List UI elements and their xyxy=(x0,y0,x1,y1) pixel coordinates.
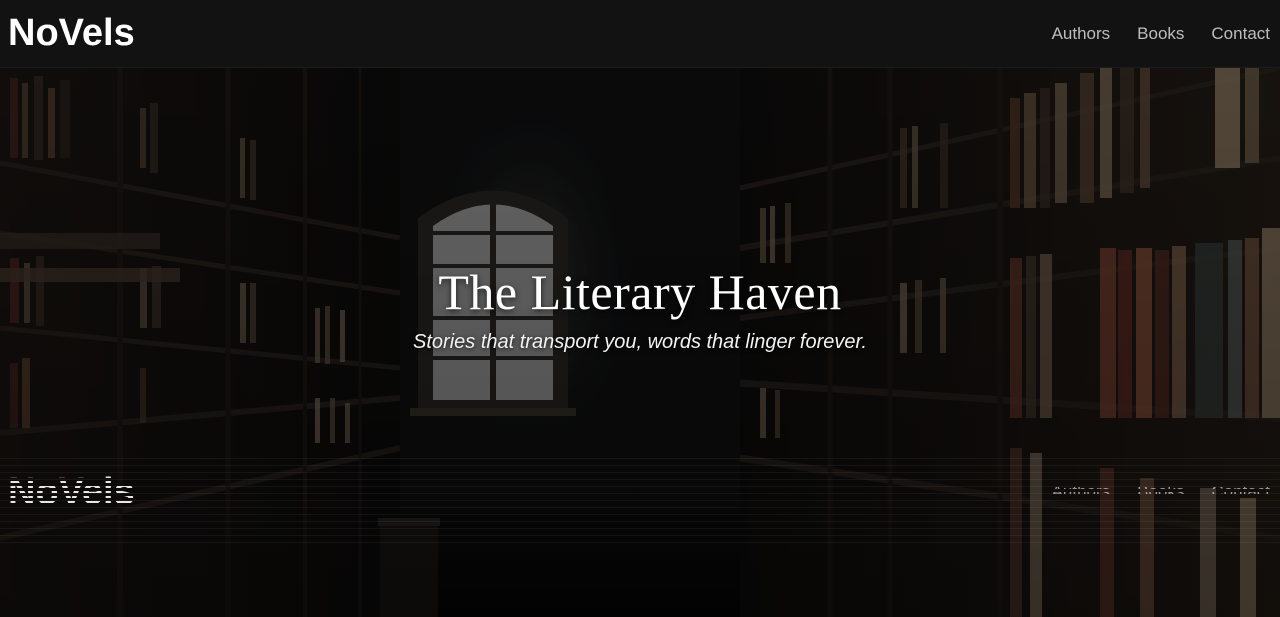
hero-section: The Literary Haven Stories that transpor… xyxy=(0,68,1280,617)
nav-link-authors[interactable]: Authors xyxy=(1052,24,1111,44)
brand-logo-link[interactable]: NoVels xyxy=(8,12,135,55)
hero-subtitle: Stories that transport you, words that l… xyxy=(413,331,867,353)
top-navbar: NoVels Authors Books Contact xyxy=(0,0,1280,68)
nav-links: Authors Books Contact xyxy=(1052,24,1270,44)
hero-title: The Literary Haven xyxy=(438,264,842,320)
hero-content: The Literary Haven Stories that transpor… xyxy=(0,263,1280,354)
nav-link-contact[interactable]: Contact xyxy=(1211,24,1270,44)
nav-link-books[interactable]: Books xyxy=(1137,24,1184,44)
